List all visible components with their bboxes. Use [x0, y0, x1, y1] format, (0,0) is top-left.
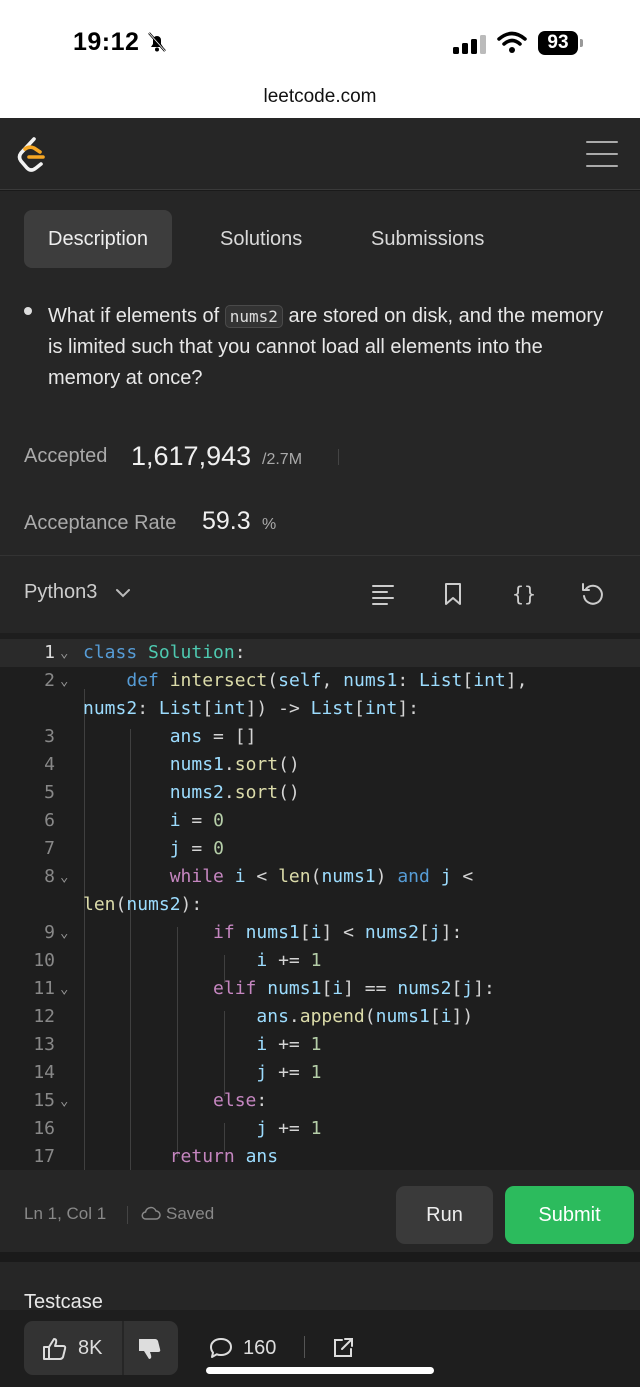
stat-divider	[338, 449, 339, 465]
editor-footer: Ln 1, Col 1 Saved Run Submit	[0, 1170, 640, 1252]
fold-chevron-icon[interactable]: ⌄	[60, 975, 68, 1003]
line-number: 16	[33, 1118, 55, 1139]
hamburger-menu-icon[interactable]	[586, 141, 618, 167]
leetcode-logo-icon[interactable]	[14, 135, 48, 175]
accepted-count: 1,617,943	[131, 441, 252, 471]
status-bar: 19:12 93	[0, 0, 640, 82]
code-line[interactable]: 11 ⌄ elif nums1[i] == nums2[j]:	[0, 975, 640, 1003]
code-line[interactable]: 14 j += 1	[0, 1059, 640, 1087]
problem-tabs: Description Solutions Submissions	[0, 191, 640, 287]
code-line[interactable]: 17 return ans	[0, 1143, 640, 1170]
bell-muted-icon	[148, 32, 166, 52]
acceptance-rate-unit: %	[262, 516, 277, 533]
clock: 19:12	[73, 28, 140, 56]
code-line[interactable]: 6 i = 0	[0, 807, 640, 835]
section-gap	[0, 1252, 640, 1262]
comment-icon[interactable]	[208, 1336, 234, 1360]
code-line[interactable]: 12 ans.append(nums1[i])	[0, 1003, 640, 1031]
tab-description[interactable]: Description	[24, 210, 173, 268]
submit-button[interactable]: Submit	[505, 1186, 634, 1244]
svg-text:{}: {}	[512, 582, 536, 606]
action-bar: 8K 160	[0, 1310, 640, 1387]
code-line[interactable]: 8 ⌄ while i < len(nums1) and j <	[0, 863, 640, 891]
code-line[interactable]: 9 ⌄ if nums1[i] < nums2[j]:	[0, 919, 640, 947]
follow-up-text-start: What if elements of	[48, 305, 225, 327]
line-number: 6	[44, 810, 55, 831]
format-icon[interactable]	[370, 581, 396, 607]
battery-indicator: 93	[538, 31, 578, 55]
run-button[interactable]: Run	[396, 1186, 493, 1244]
code-editor[interactable]: 1 ⌄ class Solution: 2 ⌄ def intersect(self,…	[0, 633, 640, 1170]
cursor-position: Ln 1, Col 1	[24, 1204, 107, 1223]
fold-chevron-icon[interactable]: ⌄	[60, 863, 68, 891]
home-indicator	[206, 1367, 434, 1374]
cloud-icon	[141, 1206, 161, 1220]
top-nav	[0, 118, 640, 190]
fold-chevron-icon[interactable]: ⌄	[60, 1087, 68, 1115]
accepted-total: /2.7M	[262, 451, 303, 468]
line-number: 3	[44, 726, 55, 747]
line-number: 14	[33, 1062, 55, 1083]
accepted-label: Accepted	[24, 445, 108, 467]
language-select[interactable]: Python3	[24, 581, 97, 604]
saved-status: Saved	[166, 1204, 215, 1223]
code-line[interactable]: 10 i += 1	[0, 947, 640, 975]
inline-code-nums2: nums2	[224, 305, 283, 328]
line-number: 1	[44, 642, 55, 663]
battery-tip	[580, 39, 583, 47]
url-bar[interactable]: leetcode.com	[0, 82, 640, 118]
braces-icon[interactable]: {}	[509, 581, 539, 607]
wifi-icon	[497, 31, 527, 53]
tab-submissions[interactable]: Submissions	[347, 210, 508, 268]
line-number: 11	[33, 978, 55, 999]
bookmark-icon[interactable]	[440, 581, 466, 607]
line-number: 5	[44, 782, 55, 803]
code-line[interactable]: 7 j = 0	[0, 835, 640, 863]
like-count: 8K	[78, 1337, 103, 1359]
code-line[interactable]: 4 nums1.sort()	[0, 751, 640, 779]
action-divider	[304, 1336, 305, 1358]
footer-divider	[127, 1206, 128, 1224]
bullet-dot	[24, 307, 32, 315]
code-line[interactable]: len(nums2):	[0, 891, 640, 919]
line-number: 7	[44, 838, 55, 859]
chevron-down-icon[interactable]	[115, 588, 131, 598]
code-line[interactable]: 3 ans = []	[0, 723, 640, 751]
line-number: 9	[44, 922, 55, 943]
code-line[interactable]: nums2: List[int]) -> List[int]:	[0, 695, 640, 723]
line-number: 13	[33, 1034, 55, 1055]
comment-count: 160	[243, 1337, 277, 1359]
problem-description: What if elements of nums2 are stored on …	[0, 287, 640, 555]
signal-icon	[453, 35, 486, 54]
fold-chevron-icon[interactable]: ⌄	[60, 919, 68, 947]
line-number: 2	[44, 670, 55, 691]
acceptance-rate-label: Acceptance Rate	[24, 512, 177, 534]
acceptance-rate-value: 59.3	[202, 507, 251, 535]
line-number: 17	[33, 1146, 55, 1167]
line-number: 4	[44, 754, 55, 775]
reset-icon[interactable]	[580, 581, 606, 607]
line-number: 12	[33, 1006, 55, 1027]
follow-up-text: What if elements of nums2 are stored on …	[48, 301, 618, 394]
code-line[interactable]: 1 ⌄ class Solution:	[0, 639, 640, 667]
vote-divider	[122, 1321, 124, 1375]
code-line[interactable]: 15 ⌄ else:	[0, 1087, 640, 1115]
tab-solutions[interactable]: Solutions	[196, 210, 326, 268]
code-line[interactable]: 16 j += 1	[0, 1115, 640, 1143]
share-icon[interactable]	[331, 1336, 355, 1360]
fold-chevron-icon[interactable]: ⌄	[60, 667, 68, 695]
code-line[interactable]: 13 i += 1	[0, 1031, 640, 1059]
line-number: 15	[33, 1090, 55, 1111]
thumbs-down-icon[interactable]	[137, 1337, 163, 1361]
thumbs-up-icon[interactable]	[42, 1337, 68, 1361]
line-number: 8	[44, 866, 55, 887]
code-line[interactable]: 5 nums2.sort()	[0, 779, 640, 807]
editor-toolbar: Python3 {}	[0, 555, 640, 633]
fold-chevron-icon[interactable]: ⌄	[60, 639, 68, 667]
code-line[interactable]: 2 ⌄ def intersect(self, nums1: List[int],	[0, 667, 640, 695]
line-number: 10	[33, 950, 55, 971]
